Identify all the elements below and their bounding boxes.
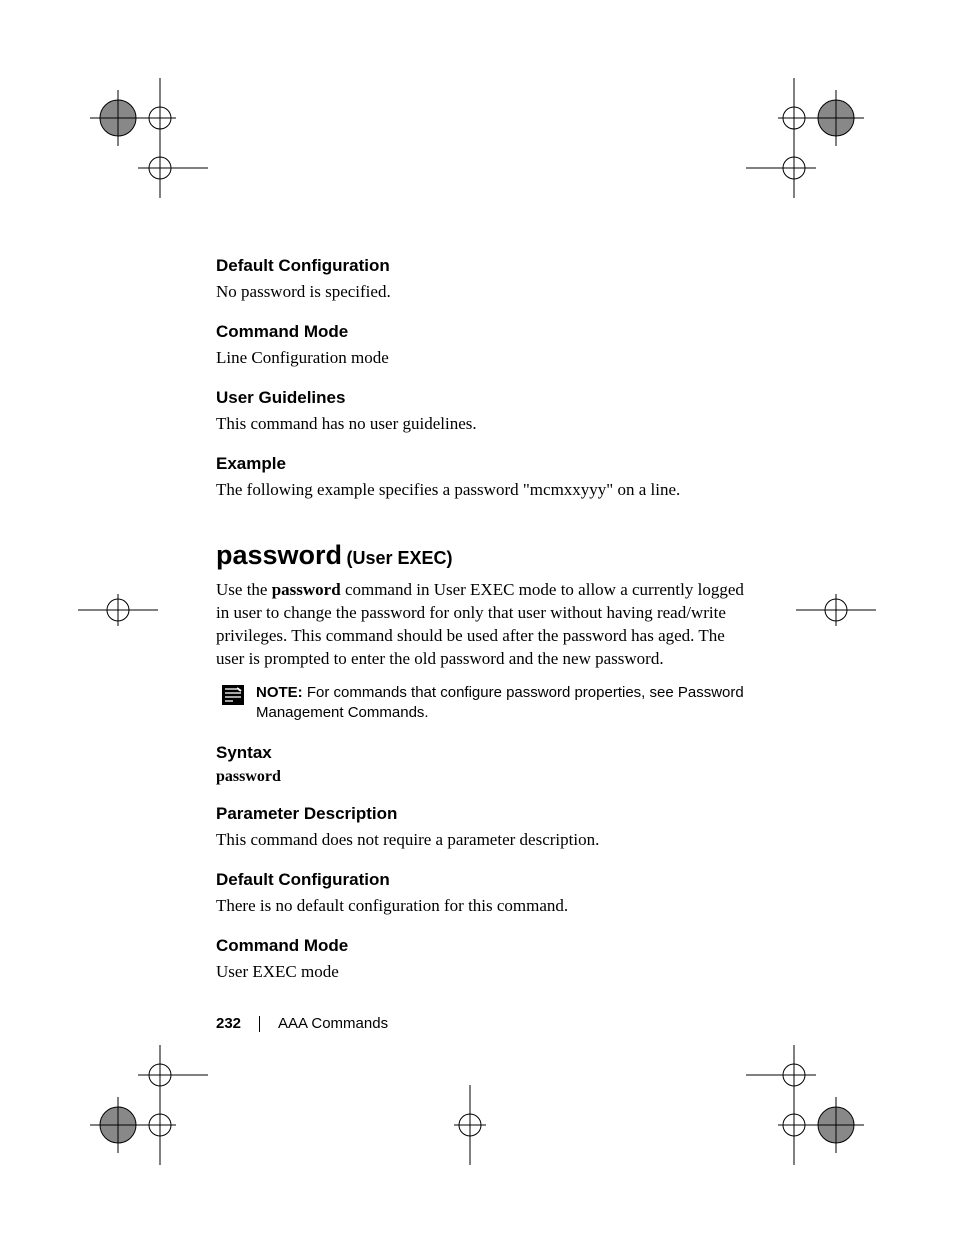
page-footer: 232 AAA Commands xyxy=(216,1015,388,1032)
body-text: This command has no user guidelines. xyxy=(216,413,744,436)
note-row: NOTE: For commands that configure passwo… xyxy=(216,683,744,724)
body-text: The following example specifies a passwo… xyxy=(216,479,744,502)
crop-mark-icon xyxy=(746,78,876,198)
note-icon xyxy=(222,685,244,710)
body-text: There is no default configuration for th… xyxy=(216,895,744,918)
section-heading: Command Mode xyxy=(216,322,744,342)
desc-pre: Use the xyxy=(216,580,272,599)
body-text: No password is specified. xyxy=(216,281,744,304)
page-number: 232 xyxy=(216,1015,241,1032)
desc-bold: password xyxy=(272,580,341,599)
crop-mark-icon xyxy=(746,1045,876,1165)
footer-divider xyxy=(259,1016,260,1032)
crop-mark-icon xyxy=(78,78,208,198)
section-heading: Parameter Description xyxy=(216,804,744,824)
crop-mark-icon xyxy=(796,580,876,640)
note-label: NOTE: xyxy=(256,684,303,701)
command-description: Use the password command in User EXEC mo… xyxy=(216,579,744,671)
crop-mark-icon xyxy=(78,580,158,640)
body-text: Line Configuration mode xyxy=(216,347,744,370)
command-title: password (User EXEC) xyxy=(216,540,744,571)
command-context: (User EXEC) xyxy=(347,548,453,568)
section-heading: Example xyxy=(216,454,744,474)
syntax-word: password xyxy=(216,768,744,786)
crop-mark-icon xyxy=(430,1085,510,1165)
section-heading: Command Mode xyxy=(216,936,744,956)
page: Default Configuration No password is spe… xyxy=(0,0,954,1235)
section-heading: Default Configuration xyxy=(216,870,744,890)
crop-mark-icon xyxy=(78,1045,208,1165)
section-heading: User Guidelines xyxy=(216,388,744,408)
note-text: NOTE: For commands that configure passwo… xyxy=(256,683,744,724)
section-heading: Syntax xyxy=(216,743,744,763)
content-area: Default Configuration No password is spe… xyxy=(216,256,744,1002)
note-body: For commands that configure password pro… xyxy=(256,684,744,721)
footer-section: AAA Commands xyxy=(278,1015,388,1032)
command-name: password xyxy=(216,540,342,570)
body-text: This command does not require a paramete… xyxy=(216,829,744,852)
section-heading: Default Configuration xyxy=(216,256,744,276)
body-text: User EXEC mode xyxy=(216,961,744,984)
